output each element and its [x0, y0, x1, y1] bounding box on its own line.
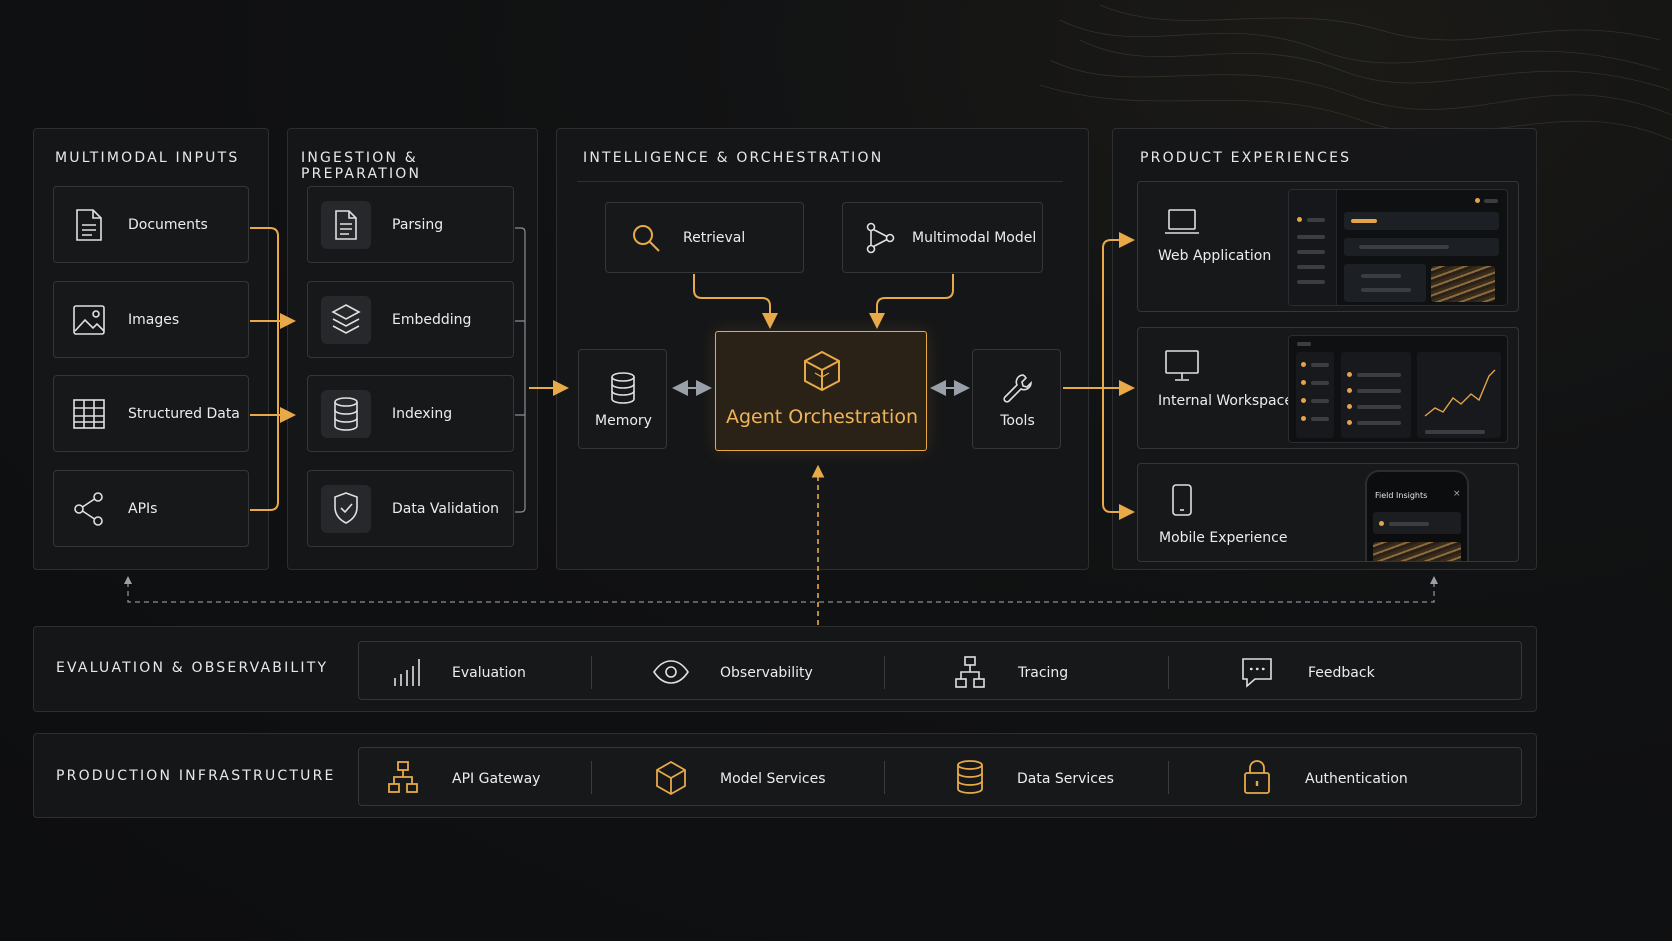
feedback-label[interactable]: Feedback [1308, 665, 1375, 681]
infrastructure-items-strip: API Gateway Model Services Data Services… [358, 747, 1522, 806]
retrieval-label: Retrieval [683, 230, 746, 246]
model-label: Multimodal Model [912, 230, 1037, 246]
table-icon [72, 398, 106, 430]
retrieval-card[interactable]: Retrieval [605, 202, 804, 273]
mobile-preview: Field Insights × [1365, 470, 1469, 561]
monitor-icon [1164, 349, 1200, 383]
web-app-preview [1288, 189, 1508, 306]
input-label: APIs [128, 501, 158, 517]
phone-icon [1171, 483, 1193, 517]
observability-label[interactable]: Observability [720, 665, 813, 681]
product-card-web-application[interactable]: Web Application [1137, 181, 1519, 312]
lock-icon [1243, 759, 1271, 795]
input-card-structured-data[interactable]: Structured Data [53, 375, 249, 452]
input-card-images[interactable]: Images [53, 281, 249, 358]
tools-label: Tools [1000, 413, 1035, 429]
cube-icon [655, 760, 687, 796]
wrench-icon [1002, 372, 1034, 404]
ingestion-card-data-validation[interactable]: Data Validation [307, 470, 514, 547]
database-icon [333, 397, 359, 431]
product-label: Mobile Experience [1159, 530, 1288, 546]
evaluation-label[interactable]: Evaluation [452, 665, 526, 681]
ingestion-label: Parsing [392, 217, 444, 233]
ingestion-label: Data Validation [392, 501, 500, 517]
shield-check-icon [332, 491, 360, 525]
input-card-apis[interactable]: APIs [53, 470, 249, 547]
cube-icon [802, 350, 842, 392]
product-card-internal-workspace[interactable]: Internal Workspace [1137, 327, 1519, 449]
authentication-label[interactable]: Authentication [1305, 771, 1408, 787]
input-label: Documents [128, 217, 208, 233]
section-title: PRODUCTION INFRASTRUCTURE [56, 768, 336, 784]
model-services-label[interactable]: Model Services [720, 771, 826, 787]
input-label: Images [128, 312, 180, 328]
eye-icon [652, 659, 690, 685]
product-label: Internal Workspace [1158, 393, 1293, 409]
document-icon [333, 209, 359, 241]
ingestion-card-embedding[interactable]: Embedding [307, 281, 514, 358]
data-services-label[interactable]: Data Services [1017, 771, 1114, 787]
section-title: PRODUCT EXPERIENCES [1140, 150, 1352, 166]
chat-icon [1240, 656, 1274, 690]
api-gateway-label[interactable]: API Gateway [452, 771, 540, 787]
product-card-mobile-experience[interactable]: Mobile Experience Field Insights × [1137, 463, 1519, 562]
evaluation-items-strip: Evaluation Observability Tracing Feedbac… [358, 641, 1522, 700]
bar-chart-icon [392, 656, 422, 688]
section-title: EVALUATION & OBSERVABILITY [56, 660, 329, 676]
database-icon [956, 760, 984, 794]
tools-card[interactable]: Tools [972, 349, 1061, 449]
search-icon [631, 223, 661, 253]
agent-orchestration-label: Agent Orchestration [725, 406, 918, 428]
memory-card[interactable]: Memory [578, 349, 667, 449]
agent-orchestration-card[interactable]: Agent Orchestration [715, 331, 927, 451]
network-icon [387, 760, 419, 794]
workspace-preview [1288, 335, 1508, 443]
product-label: Web Application [1158, 248, 1272, 264]
ingestion-label: Embedding [392, 312, 472, 328]
ingestion-card-indexing[interactable]: Indexing [307, 375, 514, 452]
share-icon [72, 491, 106, 527]
branch-icon [865, 222, 895, 254]
section-title: INTELLIGENCE & ORCHESTRATION [583, 150, 884, 166]
ingestion-label: Indexing [392, 406, 453, 422]
section-title: MULTIMODAL INPUTS [55, 150, 240, 166]
layers-icon [331, 303, 361, 337]
ingestion-card-parsing[interactable]: Parsing [307, 186, 514, 263]
input-card-documents[interactable]: Documents [53, 186, 249, 263]
multimodal-model-card[interactable]: Multimodal Model [842, 202, 1043, 273]
document-icon [74, 208, 104, 242]
close-icon: × [1453, 489, 1461, 499]
section-underline [577, 181, 1063, 182]
input-label: Structured Data [128, 406, 240, 422]
tracing-label[interactable]: Tracing [1018, 665, 1068, 681]
database-icon [610, 372, 636, 404]
image-icon [72, 304, 106, 336]
mobile-header-label: Field Insights [1375, 491, 1428, 500]
memory-label: Memory [595, 413, 652, 429]
laptop-icon [1164, 208, 1200, 236]
section-title: INGESTION & PREPARATION [301, 150, 422, 182]
hierarchy-icon [954, 655, 986, 689]
